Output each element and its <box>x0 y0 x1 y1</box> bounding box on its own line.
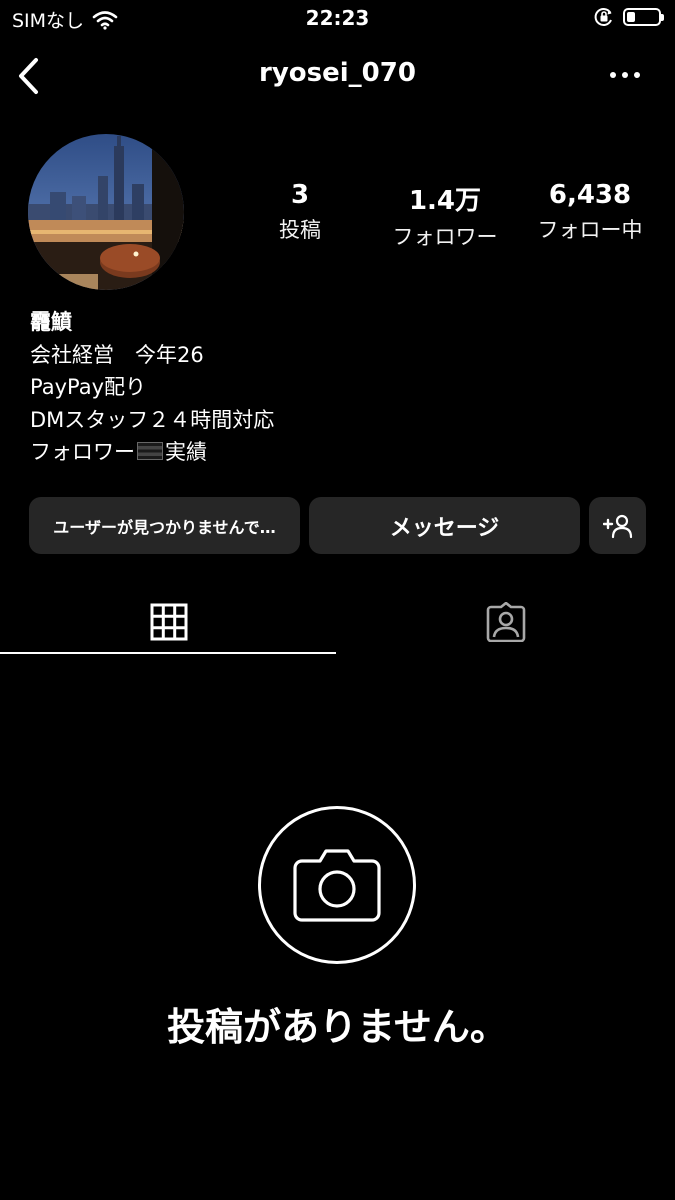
avatar-image <box>28 134 184 290</box>
tab-posts-grid[interactable] <box>0 592 337 652</box>
profile-bio: 龗鱝 会社経営 今年26 PayPay配り DMスタッフ２４時間対応 フォロワー… <box>30 306 274 469</box>
bio-line: フォロワー 実績 <box>30 436 274 469</box>
grid-icon <box>150 603 187 641</box>
bio-line: PayPay配り <box>30 375 147 399</box>
profile-display-name: 龗鱝 <box>30 310 72 334</box>
stat-followers-count: 1.4万 <box>408 186 482 216</box>
stat-followers[interactable]: 1.4万 フォロワー <box>378 180 512 251</box>
stat-posts-count: 3 <box>290 180 310 210</box>
camera-icon <box>293 849 381 922</box>
stat-following-label: フォロー中 <box>537 218 643 242</box>
bio-line: DMスタッフ２４時間対応 <box>30 407 275 432</box>
message-label: メッセージ <box>389 515 500 541</box>
tab-tagged[interactable] <box>337 592 674 652</box>
person-add-icon <box>602 514 632 538</box>
profile-username: ryosei_070 <box>259 58 416 88</box>
bio-line-suffix: 実績 <box>165 440 207 464</box>
suggest-users-button[interactable] <box>589 497 646 554</box>
orientation-lock-icon <box>594 8 612 26</box>
active-tab-indicator <box>0 652 336 654</box>
stat-posts-label: 投稿 <box>279 218 321 242</box>
user-not-found-label: ユーザーが見つかりませんで… <box>53 517 276 537</box>
more-options-button[interactable] <box>609 60 641 90</box>
bio-line-prefix: フォロワー <box>30 440 135 464</box>
stat-following-count: 6,438 <box>548 180 632 210</box>
status-time: 22:23 <box>305 6 370 30</box>
bio-line: 会社経営 今年26 <box>30 342 204 367</box>
user-not-found-button[interactable]: ユーザーが見つかりませんで… <box>29 497 300 554</box>
empty-state-icon-circle <box>258 806 416 964</box>
stat-posts[interactable]: 3 投稿 <box>240 180 360 244</box>
flag-emoji-icon <box>137 442 163 460</box>
stat-following[interactable]: 6,438 フォロー中 <box>520 180 660 244</box>
message-button[interactable]: メッセージ <box>309 497 580 554</box>
stat-followers-label: フォロワー <box>392 225 498 249</box>
more-horizontal-icon <box>610 72 640 78</box>
avatar[interactable] <box>28 134 184 290</box>
battery-icon <box>623 8 664 26</box>
battery-level <box>627 12 635 22</box>
empty-state-text: 投稿がありません。 <box>167 1005 508 1049</box>
status-bar-right <box>593 6 664 28</box>
tagged-person-icon <box>486 602 525 642</box>
